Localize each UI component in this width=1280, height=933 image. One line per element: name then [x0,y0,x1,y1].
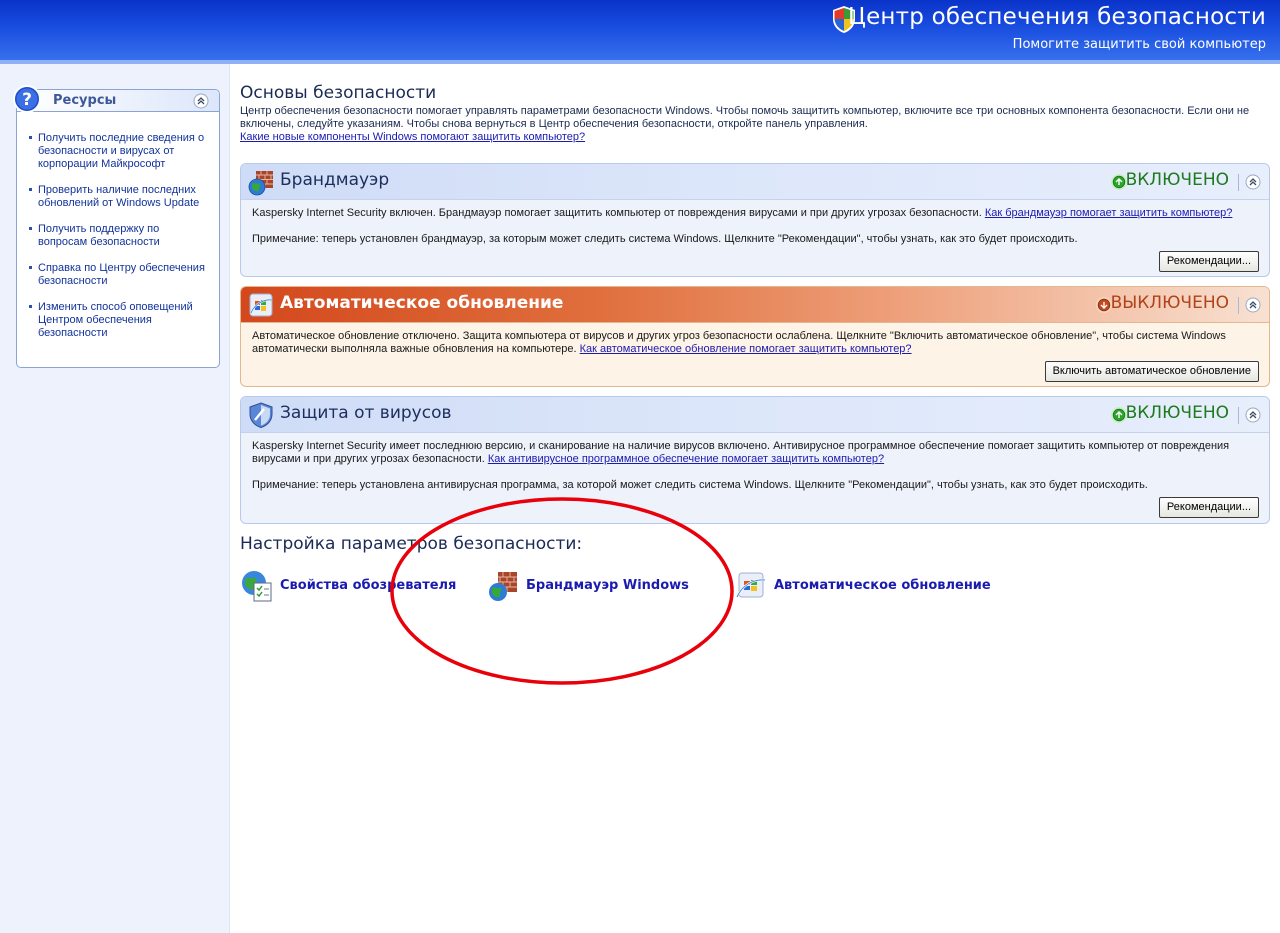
internet-options-icon [242,571,272,602]
automatic-updates-icon [249,293,273,317]
internet-options-label[interactable]: Свойства обозревателя [280,578,456,593]
resources-link[interactable]: Получить последние сведения о безопаснос… [29,132,211,171]
firewall-text: Kaspersky Internet Security включен. Бра… [252,207,982,219]
status-divider [1238,297,1239,314]
settings-heading: Настройка параметров безопасности: [240,534,583,554]
resources-header[interactable]: ? Ресурсы [13,85,219,113]
autoupdate-body: Автоматическое обновление отключено. Защ… [252,330,1255,356]
firewall-title: Брандмауэр [280,170,390,190]
collapse-chevron-icon[interactable] [193,93,209,109]
automatic-updates-link[interactable]: Автоматическое обновление [734,569,991,603]
autoupdate-panel: Автоматическое обновление ВЫКЛЮЧЕНО Авто… [240,286,1270,387]
windows-firewall-icon [489,572,517,601]
resources-link-label[interactable]: Изменить способ оповещений Центром обесп… [38,301,193,339]
firewall-note: Примечание: теперь установлен брандмауэр… [252,233,1078,245]
antivirus-status: ВКЛЮЧЕНО [1125,403,1229,423]
resources-list: Получить последние сведения о безопаснос… [17,112,219,340]
antivirus-panel-header[interactable]: Защита от вирусов ВКЛЮЧЕНО [241,397,1269,433]
antivirus-help-link[interactable]: Как антивирусное программное обеспечение… [488,453,884,465]
page-title: Основы безопасности [240,83,437,103]
app-title: Центр обеспечения безопасности [848,4,1266,30]
resources-link-label[interactable]: Получить последние сведения о безопаснос… [38,132,204,170]
help-question-icon: ? [13,85,41,113]
resources-title: Ресурсы [53,93,117,108]
app-subtitle: Помогите защитить свой компьютер [1012,37,1266,52]
resources-link[interactable]: Справка по Центру обеспечения безопаснос… [29,262,211,288]
status-divider [1238,407,1239,424]
collapse-chevron-icon[interactable] [1245,174,1261,190]
firewall-status: ВКЛЮЧЕНО [1125,170,1229,190]
whats-new-link[interactable]: Какие новые компоненты Windows помогают … [240,131,585,143]
antivirus-shield-icon [249,402,273,429]
status-divider [1238,174,1239,191]
resources-link-label[interactable]: Справка по Центру обеспечения безопаснос… [38,262,205,287]
resources-link[interactable]: Получить поддержку по вопросам безопасно… [29,223,211,249]
enable-autoupdate-button[interactable]: Включить автоматическое обновление [1044,361,1259,382]
autoupdate-status: ВЫКЛЮЧЕНО [1110,293,1229,313]
firewall-help-link[interactable]: Как брандмауэр помогает защитить компьют… [985,207,1233,219]
windows-firewall-label[interactable]: Брандмауэр Windows [526,578,689,593]
automatic-updates-icon [735,572,766,598]
automatic-updates-label[interactable]: Автоматическое обновление [774,578,991,593]
left-pane: ? Ресурсы Получить последние сведения о … [0,64,230,933]
page-description: Центр обеспечения безопасности помогает … [240,105,1250,130]
resources-link[interactable]: Изменить способ оповещений Центром обесп… [29,301,211,340]
collapse-chevron-icon[interactable] [1245,297,1261,313]
firewall-recommendations-button[interactable]: Рекомендации... [1158,251,1259,272]
resources-box: ? Ресурсы Получить последние сведения о … [13,85,220,368]
firewall-panel-header[interactable]: Брандмауэр ВКЛЮЧЕНО [241,164,1269,200]
antivirus-recommendations-button[interactable]: Рекомендации... [1158,497,1259,518]
header-bar: Центр обеспечения безопасности Помогите … [0,0,1280,64]
antivirus-title: Защита от вирусов [280,403,452,423]
antivirus-body: Kaspersky Internet Security имеет послед… [252,440,1255,466]
antivirus-note: Примечание: теперь установлена антивирус… [252,479,1148,491]
firewall-body: Kaspersky Internet Security включен. Бра… [252,207,1255,220]
autoupdate-panel-header[interactable]: Автоматическое обновление ВЫКЛЮЧЕНО [241,287,1269,323]
antivirus-panel: Защита от вирусов ВКЛЮЧЕНО Kaspersky Int… [240,396,1270,524]
autoupdate-help-link[interactable]: Как автоматическое обновление помогает з… [580,343,912,355]
resources-link-label[interactable]: Проверить наличие последних обновлений о… [38,184,199,209]
firewall-brick-icon [248,171,273,196]
svg-text:?: ? [22,90,32,110]
collapse-chevron-icon[interactable] [1245,407,1261,423]
resources-link[interactable]: Проверить наличие последних обновлений о… [29,184,211,210]
windows-firewall-link[interactable]: Брандмауэр Windows [486,569,689,603]
resources-link-label[interactable]: Получить поддержку по вопросам безопасно… [38,223,160,248]
autoupdate-title: Автоматическое обновление [280,293,564,313]
internet-options-link[interactable]: Свойства обозревателя [240,569,456,603]
firewall-panel: Брандмауэр ВКЛЮЧЕНО Kaspersky Internet S… [240,163,1270,277]
